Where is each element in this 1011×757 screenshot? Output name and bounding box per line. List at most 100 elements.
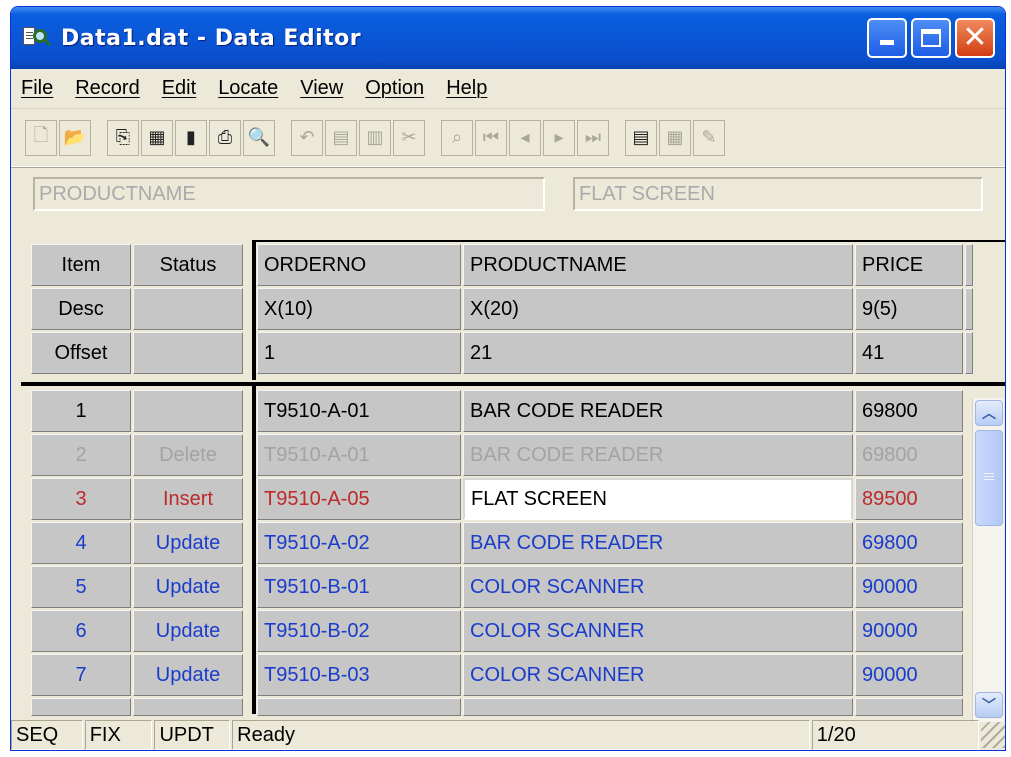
- cell-orderno[interactable]: T9510-B-02: [257, 610, 461, 652]
- find-button[interactable]: ⌕: [441, 119, 473, 156]
- row-status[interactable]: Delete: [133, 434, 243, 476]
- menu-option[interactable]: Option: [365, 77, 424, 100]
- header-filler[interactable]: [965, 288, 973, 330]
- cell-price[interactable]: 90000: [855, 654, 963, 696]
- scroll-thumb[interactable]: [975, 430, 1003, 526]
- header-offset[interactable]: Offset: [31, 332, 131, 374]
- column-name-orderno[interactable]: ORDERNO: [257, 244, 461, 286]
- column-offset-orderno[interactable]: 1: [257, 332, 461, 374]
- cell-price[interactable]: 89500: [855, 478, 963, 520]
- cell-productname[interactable]: COLOR SCANNER: [463, 566, 853, 608]
- cell-orderno[interactable]: T9510-B-03: [257, 654, 461, 696]
- row-item-number[interactable]: 1: [31, 390, 131, 432]
- new-file-icon: 🗋: [33, 124, 49, 146]
- close-button[interactable]: ✕: [955, 18, 995, 58]
- record-view-button[interactable]: ▤: [625, 119, 657, 156]
- undo-button[interactable]: ↶: [291, 119, 323, 156]
- insert-record-button[interactable]: ▤: [325, 119, 357, 156]
- column-desc-price[interactable]: 9(5): [855, 288, 963, 330]
- cell-productname[interactable]: BAR CODE READER: [463, 390, 853, 432]
- vertical-scrollbar[interactable]: ︿ ﹀: [972, 398, 1004, 722]
- row-item-number[interactable]: 3: [31, 478, 131, 520]
- cell-price[interactable]: 90000: [855, 566, 963, 608]
- print-icon: ⎙: [217, 127, 233, 148]
- cell-orderno[interactable]: T9510-B-01: [257, 566, 461, 608]
- row-item-number[interactable]: 4: [31, 522, 131, 564]
- column-offset-price[interactable]: 41: [855, 332, 963, 374]
- table-view-button[interactable]: ▦: [659, 119, 691, 156]
- row-status[interactable]: Insert: [133, 478, 243, 520]
- prev-record-icon: ◂: [520, 127, 530, 148]
- cell-productname[interactable]: BAR CODE READER: [463, 434, 853, 476]
- row-empty[interactable]: [31, 698, 131, 716]
- open-folder-button[interactable]: 📂: [59, 119, 91, 156]
- copy-record-button[interactable]: ⎘: [107, 119, 139, 156]
- cell-orderno[interactable]: T9510-A-05: [257, 478, 461, 520]
- cut-button[interactable]: ✂: [393, 119, 425, 156]
- header-status[interactable]: Status: [133, 244, 243, 286]
- first-record-button[interactable]: ⏮: [475, 119, 507, 156]
- header-blank[interactable]: [133, 332, 243, 374]
- print-preview-button[interactable]: 🔍: [243, 119, 275, 156]
- import-button[interactable]: ▦: [141, 119, 173, 156]
- column-name-productname[interactable]: PRODUCTNAME: [463, 244, 853, 286]
- cell-price[interactable]: 69800: [855, 522, 963, 564]
- scroll-down-button[interactable]: ﹀: [975, 692, 1003, 718]
- column-offset-productname[interactable]: 21: [463, 332, 853, 374]
- menu-view[interactable]: View: [300, 77, 343, 100]
- header-filler[interactable]: [965, 244, 973, 286]
- cell-orderno[interactable]: T9510-A-02: [257, 522, 461, 564]
- print-button[interactable]: ⎙: [209, 119, 241, 156]
- cell-productname-editor[interactable]: FLAT SCREEN: [463, 478, 853, 520]
- row-status[interactable]: Update: [133, 566, 243, 608]
- settings-button[interactable]: ✎: [693, 119, 725, 156]
- cell-price[interactable]: 90000: [855, 610, 963, 652]
- cell-productname[interactable]: COLOR SCANNER: [463, 610, 853, 652]
- column-name-price[interactable]: PRICE: [855, 244, 963, 286]
- row-item-number[interactable]: 2: [31, 434, 131, 476]
- cell-productname[interactable]: BAR CODE READER: [463, 522, 853, 564]
- cell-productname[interactable]: COLOR SCANNER: [463, 654, 853, 696]
- row-empty[interactable]: [855, 698, 963, 716]
- row-status[interactable]: Update: [133, 654, 243, 696]
- data-editor-app-icon: [23, 25, 52, 51]
- header-item[interactable]: Item: [31, 244, 131, 286]
- menu-file[interactable]: File: [21, 77, 53, 100]
- row-status[interactable]: [133, 390, 243, 432]
- last-record-button[interactable]: ⏭: [577, 119, 609, 156]
- bookmark-button[interactable]: ▮: [175, 119, 207, 156]
- row-item-number[interactable]: 6: [31, 610, 131, 652]
- row-status[interactable]: Update: [133, 522, 243, 564]
- header-filler[interactable]: [965, 332, 973, 374]
- header-blank[interactable]: [133, 288, 243, 330]
- row-empty[interactable]: [463, 698, 853, 716]
- scroll-up-button[interactable]: ︿: [975, 400, 1003, 426]
- cell-price[interactable]: 69800: [855, 390, 963, 432]
- column-desc-orderno[interactable]: X(10): [257, 288, 461, 330]
- new-file-button[interactable]: 🗋: [25, 119, 57, 156]
- row-item-number[interactable]: 7: [31, 654, 131, 696]
- prev-record-button[interactable]: ◂: [509, 119, 541, 156]
- maximize-icon: [921, 29, 941, 47]
- cell-price[interactable]: 69800: [855, 434, 963, 476]
- settings-icon: ✎: [701, 127, 717, 148]
- menu-edit[interactable]: Edit: [162, 77, 196, 100]
- menu-help[interactable]: Help: [446, 77, 487, 100]
- column-desc-productname[interactable]: X(20): [463, 288, 853, 330]
- header-desc[interactable]: Desc: [31, 288, 131, 330]
- maximize-button[interactable]: [911, 18, 951, 58]
- minimize-button[interactable]: [867, 18, 907, 58]
- cell-orderno[interactable]: T9510-A-01: [257, 390, 461, 432]
- next-record-button[interactable]: ▸: [543, 119, 575, 156]
- menu-locate[interactable]: Locate: [218, 77, 278, 100]
- row-empty[interactable]: [257, 698, 461, 716]
- row-status[interactable]: Update: [133, 610, 243, 652]
- row-item-number[interactable]: 5: [31, 566, 131, 608]
- delete-record-button[interactable]: ▥: [359, 119, 391, 156]
- title-bar[interactable]: Data1.dat - Data Editor ✕: [11, 7, 1005, 69]
- menu-record[interactable]: Record: [75, 77, 139, 100]
- cell-orderno[interactable]: T9510-A-01: [257, 434, 461, 476]
- resize-grip[interactable]: [981, 722, 1005, 748]
- last-record-icon: ⏭: [584, 127, 602, 148]
- row-empty[interactable]: [133, 698, 243, 716]
